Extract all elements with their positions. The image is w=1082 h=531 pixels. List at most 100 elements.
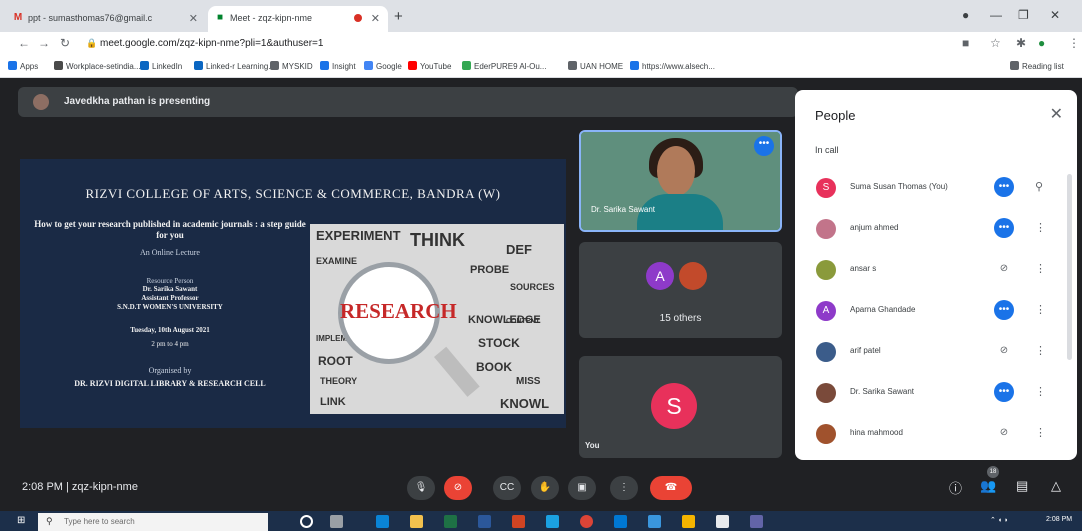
acrobat-icon[interactable] [682,515,695,528]
cloud-word: ROOT [318,354,353,368]
bookmark-google[interactable]: Google [364,61,402,71]
bookmark-uan-home[interactable]: UAN HOME [568,61,623,71]
others-tile[interactable]: A 15 others [579,242,782,338]
participant-avatar-photo [679,262,707,290]
recording-dot-icon [354,14,362,22]
profile-indicator-icon[interactable]: ● [962,8,969,22]
participant-row[interactable]: Dr. Sarika Sawant ••• ⋮ [795,379,1077,419]
address-bar[interactable]: 🔒 meet.google.com/zqz-kipn-nme?pli=1&aut… [84,35,984,53]
browser-menu-icon[interactable]: ⋮ [1068,36,1080,50]
lecture-time: 2 pm to 4 pm [151,340,189,348]
taskbar-search-box[interactable]: ⚲ Type here to search [38,513,268,531]
participant-menu-icon[interactable]: ⋮ [1035,385,1046,398]
self-tile[interactable]: S You [579,356,782,458]
participant-menu-icon[interactable]: ⋮ [1035,344,1046,357]
bookmark-myskid[interactable]: MYSKID [270,61,313,71]
mail-icon[interactable] [614,515,627,528]
participant-avatar [816,424,836,444]
close-tab-icon[interactable]: ✕ [371,12,380,25]
ie-icon[interactable] [546,515,559,528]
bookmark-youtube[interactable]: YouTube [408,61,451,71]
bookmark-linkedin-learning[interactable]: Linked-r Learning... [194,61,275,71]
tab-gmail[interactable]: M ppt - sumasthomas76@gmail.c ✕ [6,6,206,32]
more-options-button[interactable]: ⋮ [610,476,638,500]
extensions-icon[interactable]: ✱ [1016,36,1026,50]
system-tray-icons[interactable]: ⌃ ◖ ◗ [990,516,1008,524]
participant-menu-icon[interactable]: ⋮ [1035,262,1046,275]
forward-button[interactable]: → [38,36,50,50]
new-tab-button[interactable]: + [394,8,403,25]
leave-call-button[interactable]: ☎ [650,476,692,500]
slide-details: How to get your research published in ac… [30,219,310,388]
edge-icon[interactable] [376,515,389,528]
resource-person-label: Resource Person [146,277,194,285]
back-button[interactable]: ← [18,36,30,50]
lecture-date: Tuesday, 10th August 2021 [130,326,210,334]
file-explorer-icon[interactable] [410,515,423,528]
resource-person-university: S.N.D.T WOMEN'S UNIVERSITY [117,303,223,311]
participant-menu-icon[interactable]: ⋮ [1035,426,1046,439]
pin-icon[interactable]: ⚲ [1035,180,1043,193]
more-options-icon[interactable]: ••• [754,136,774,156]
camera-off-button[interactable]: ⊘ [444,476,472,500]
people-count-badge: 18 [987,466,999,478]
bookmark-insight[interactable]: Insight [320,61,356,71]
windows-start-icon[interactable]: ⊞ [17,516,27,526]
camera-in-use-icon[interactable]: ■ [962,36,969,50]
paint-icon[interactable] [716,515,729,528]
close-icon[interactable]: ✕ [1050,104,1063,124]
close-window-button[interactable]: ✕ [1050,8,1060,22]
cortana-icon[interactable] [300,515,313,528]
bookmark-linkedin[interactable]: LinkedIn [140,61,182,71]
task-view-icon[interactable] [330,515,343,528]
activities-icon[interactable]: △ [1051,478,1061,494]
maximize-button[interactable]: ❐ [1018,8,1029,22]
self-avatar: S [651,383,697,429]
bookmark-ederpure[interactable]: EderPURE9 Al-Ou... [462,61,546,71]
participant-row[interactable]: S Suma Susan Thomas (You) ••• ⚲ [795,174,1077,214]
present-now-button[interactable]: ▣ [568,476,596,500]
minimize-button[interactable]: — [990,8,1002,22]
captions-button[interactable]: CC [493,476,521,500]
chat-icon[interactable]: ▤ [1016,478,1028,494]
word-icon[interactable] [478,515,491,528]
close-tab-icon[interactable]: ✕ [189,12,198,25]
participant-row[interactable]: A Aparna Ghandade ••• ⋮ [795,297,1077,337]
powerpoint-icon[interactable] [512,515,525,528]
participant-row[interactable]: hina mahmood ⊘ ⋮ [795,420,1077,460]
cloud-word: KNOWL [500,396,550,411]
tab-meet[interactable]: ■ Meet - zqz-kipn-nme ✕ [208,6,388,32]
people-scrollbar[interactable] [1067,174,1072,360]
meeting-details-icon[interactable]: ⓘ [949,478,962,497]
reload-button[interactable]: ↻ [60,36,70,50]
windows-taskbar: ⊞ ⚲ Type here to search ⌃ ◖ ◗ 2:08 PM [0,511,1082,531]
raise-hand-button[interactable]: ✋ [531,476,559,500]
microphone-button[interactable]: 🎙 [407,476,435,500]
participant-avatar: A [816,301,836,321]
bookmark-alsech[interactable]: https://www.alsech... [630,61,715,71]
excel-icon[interactable] [444,515,457,528]
teams-icon[interactable] [750,515,763,528]
people-icon[interactable]: 👥 [980,478,996,494]
participant-menu-icon[interactable]: ⋮ [1035,221,1046,234]
bookmark-workplace[interactable]: Workplace-setindia... [54,61,141,71]
bookmark-reading-list[interactable]: Reading list [1010,61,1064,71]
in-call-heading: In call [815,145,839,155]
participant-row[interactable]: anjum ahmed ••• ⋮ [795,215,1077,255]
participant-row[interactable]: ansar s ⊘ ⋮ [795,256,1077,296]
profile-avatar[interactable]: ● [1038,36,1045,50]
cloud-word: SOURCES [510,282,555,292]
magnified-word: RESEARCH [340,299,457,323]
bookmark-star-icon[interactable]: ☆ [990,36,1001,50]
cloud-word: LINK [320,396,346,408]
participant-menu-icon[interactable]: ⋮ [1035,303,1046,316]
participant-avatar [816,342,836,362]
chrome-icon[interactable] [580,515,593,528]
bookmark-apps[interactable]: Apps [8,61,38,71]
store-icon[interactable] [648,515,661,528]
participant-row[interactable]: arif patel ⊘ ⋮ [795,338,1077,378]
video-tile-sarika[interactable]: Dr. Sarika Sawant ••• [579,130,782,232]
slide-subtitle: An Online Lecture [140,248,200,257]
taskbar-clock[interactable]: 2:08 PM [1046,516,1072,523]
meet-stage: Javedkha pathan is presenting RIZVI COLL… [0,78,1082,511]
